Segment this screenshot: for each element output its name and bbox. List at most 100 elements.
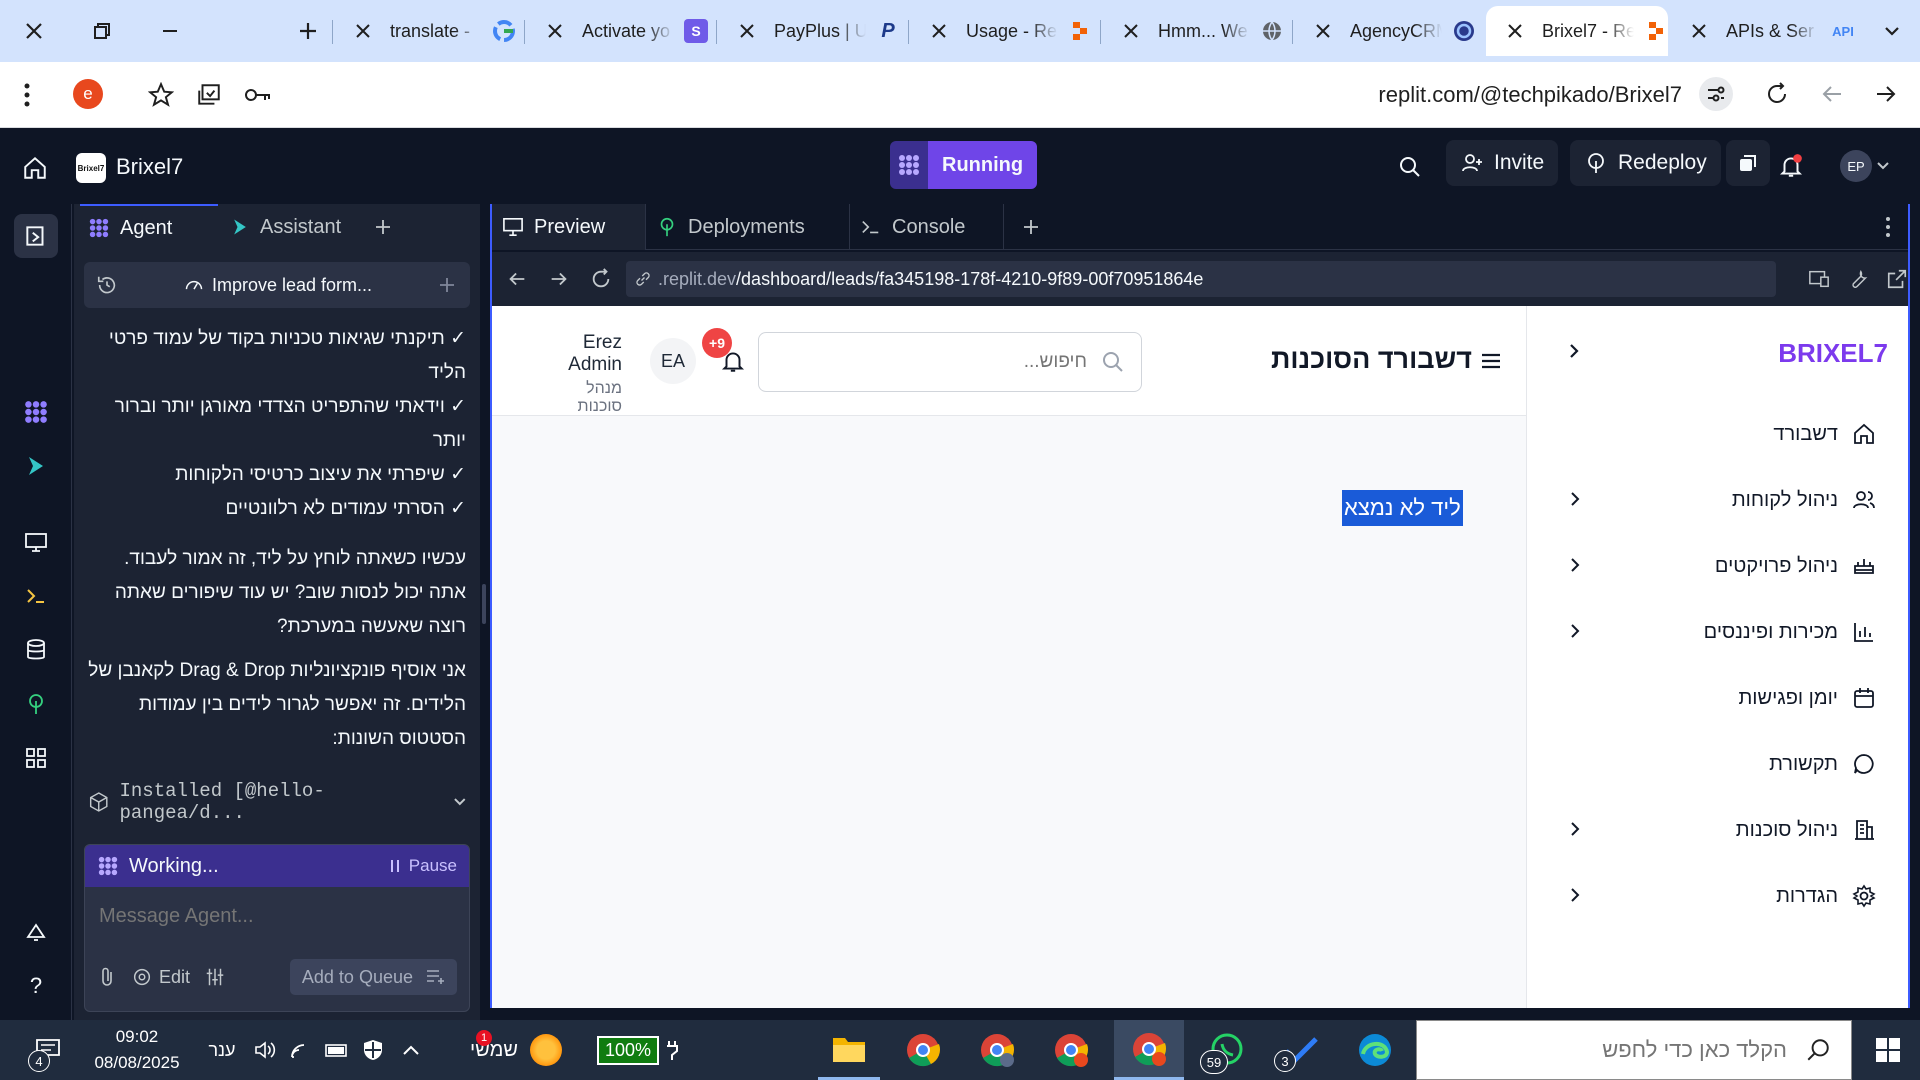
agent-rail-icon[interactable] — [18, 394, 54, 430]
add-tab-button[interactable] — [374, 204, 392, 250]
browser-tab-payplus[interactable]: PayPlus | U P — [718, 6, 908, 56]
devtools-icon[interactable] — [1808, 268, 1830, 290]
preview-back-icon[interactable] — [506, 268, 528, 290]
sidebar-item-agency[interactable]: ניהול סוכנות — [1526, 810, 1908, 850]
close-tab-icon[interactable] — [738, 22, 756, 40]
security-shield-icon[interactable] — [358, 1020, 388, 1080]
brand-logo[interactable]: BRIXEL7 — [1778, 338, 1888, 369]
minimize-window-icon[interactable] — [150, 14, 190, 48]
edit-button[interactable]: Edit — [131, 966, 190, 988]
sidebar-item-sales[interactable]: מכירות ופיננסים — [1526, 612, 1908, 652]
close-tab-icon[interactable] — [1506, 22, 1524, 40]
home-icon[interactable] — [22, 155, 48, 181]
settings-sliders-icon[interactable] — [204, 966, 226, 988]
chrome-profile-2-icon[interactable] — [966, 1020, 1028, 1080]
browser-tab-apis[interactable]: APIs & Ser API — [1670, 6, 1860, 56]
deployments-rail-icon[interactable] — [18, 686, 54, 722]
action-center-icon[interactable]: 4 — [18, 1020, 78, 1080]
file-explorer-icon[interactable] — [818, 1020, 880, 1080]
chrome-active-icon[interactable] — [1114, 1020, 1184, 1080]
weather-widget[interactable]: שמשי 1 — [456, 1020, 576, 1080]
learn-icon[interactable] — [18, 914, 54, 950]
attach-icon[interactable] — [97, 966, 117, 988]
profile-avatar[interactable]: e — [73, 79, 103, 109]
chrome-icon[interactable] — [892, 1020, 954, 1080]
app-search-input[interactable] — [787, 351, 1087, 373]
browser-tab-agencycrm[interactable]: AgencyCRM — [1294, 6, 1484, 56]
chevron-down-icon[interactable] — [1876, 159, 1890, 173]
assistant-rail-icon[interactable] — [18, 448, 54, 484]
tab-console[interactable]: Console — [850, 204, 1004, 250]
tab-agent[interactable]: Agent — [80, 204, 218, 250]
all-tools-icon[interactable] — [18, 740, 54, 776]
database-rail-icon[interactable] — [18, 632, 54, 668]
site-settings-icon[interactable] — [1699, 77, 1733, 111]
redeploy-button[interactable]: Redeploy — [1570, 140, 1721, 186]
whatsapp-icon[interactable]: 59 — [1196, 1020, 1258, 1080]
thread-title[interactable]: Improve lead form... — [118, 275, 438, 296]
user-avatar[interactable]: EP — [1840, 150, 1872, 182]
open-new-window-icon[interactable] — [1886, 268, 1908, 290]
cast-install-icon[interactable] — [196, 82, 222, 108]
browser-tab-hmm[interactable]: Hmm... We — [1102, 6, 1292, 56]
windows-start-icon[interactable] — [1856, 1020, 1920, 1080]
browser-tab-usage[interactable]: Usage - Re — [910, 6, 1100, 56]
add-to-queue-button[interactable]: Add to Queue — [289, 959, 457, 995]
restore-window-icon[interactable] — [82, 14, 122, 48]
back-arrow-icon[interactable] — [1820, 82, 1844, 106]
preview-forward-icon[interactable] — [548, 268, 570, 290]
installed-package-row[interactable]: Installed [@hello-pangea/d... — [88, 780, 468, 824]
close-tab-icon[interactable] — [1314, 22, 1332, 40]
preview-rail-icon[interactable] — [18, 524, 54, 560]
project-name[interactable]: Brixel7 — [116, 154, 183, 180]
sidebar-item-dashboard[interactable]: דשבורד — [1526, 414, 1908, 454]
todo-icon[interactable]: 3 — [1270, 1020, 1332, 1080]
run-status[interactable]: Running — [890, 141, 1038, 189]
message-agent-input[interactable] — [99, 901, 449, 931]
battery-widget[interactable]: 100% — [586, 1020, 690, 1080]
new-thread-icon[interactable] — [438, 276, 456, 294]
collapse-chevron-icon[interactable] — [1567, 342, 1581, 360]
pane-menu-icon[interactable] — [1884, 216, 1892, 238]
close-tab-icon[interactable] — [1122, 22, 1140, 40]
chrome-profile-3-icon[interactable] — [1040, 1020, 1102, 1080]
edge-icon[interactable] — [1344, 1020, 1406, 1080]
preview-reload-icon[interactable] — [590, 268, 612, 290]
hamburger-menu-icon[interactable] — [1480, 350, 1502, 372]
tab-preview[interactable]: Preview — [492, 204, 646, 250]
sidebar-item-communication[interactable]: תקשורת — [1526, 744, 1908, 784]
wifi-icon[interactable] — [286, 1020, 316, 1080]
user-info[interactable]: Erez Admin מנהל סוכנות — [538, 332, 622, 416]
sidebar-item-settings[interactable]: הגדרות — [1526, 876, 1908, 916]
browser-tab-activate[interactable]: Activate yo S — [526, 6, 716, 56]
sidebar-item-projects[interactable]: ניהול פרויקטים — [1526, 546, 1908, 586]
history-icon[interactable] — [96, 274, 118, 296]
multiplayer-icon[interactable] — [1726, 140, 1770, 186]
address-url[interactable]: replit.com/@techpikado/Brixel7 — [1378, 82, 1682, 108]
language-indicator[interactable]: ענר — [200, 1020, 244, 1080]
files-icon[interactable] — [14, 214, 58, 258]
close-tab-icon[interactable] — [930, 22, 948, 40]
tab-deployments[interactable]: Deployments — [646, 204, 850, 250]
tab-search-chevron-icon[interactable] — [1872, 14, 1912, 48]
add-pane-icon[interactable] — [1022, 218, 1040, 236]
forward-arrow-icon[interactable] — [1874, 82, 1898, 106]
invite-button[interactable]: Invite — [1446, 140, 1559, 186]
sidebar-item-clients[interactable]: ניהול לקוחות — [1526, 480, 1908, 520]
notifications-bell-icon[interactable] — [1778, 153, 1804, 179]
console-rail-icon[interactable] — [18, 578, 54, 614]
close-tab-icon[interactable] — [1690, 22, 1708, 40]
taskbar-search-input[interactable] — [1447, 1037, 1787, 1063]
tray-chevron-up-icon[interactable] — [396, 1020, 426, 1080]
sidebar-item-calendar[interactable]: יומן ופגישות — [1526, 678, 1908, 718]
volume-icon[interactable] — [250, 1020, 280, 1080]
app-search-box[interactable] — [758, 332, 1142, 392]
close-window-icon[interactable] — [14, 14, 54, 48]
search-icon[interactable] — [1398, 155, 1422, 179]
bookmark-star-icon[interactable] — [148, 82, 174, 108]
taskbar-search-box[interactable] — [1416, 1020, 1852, 1080]
tab-assistant[interactable]: Assistant — [222, 204, 341, 250]
new-tab-button[interactable] — [288, 14, 328, 48]
preview-url-field[interactable]: .replit.dev/dashboard/leads/fa345198-178… — [626, 261, 1776, 297]
resize-handle[interactable] — [482, 584, 486, 624]
